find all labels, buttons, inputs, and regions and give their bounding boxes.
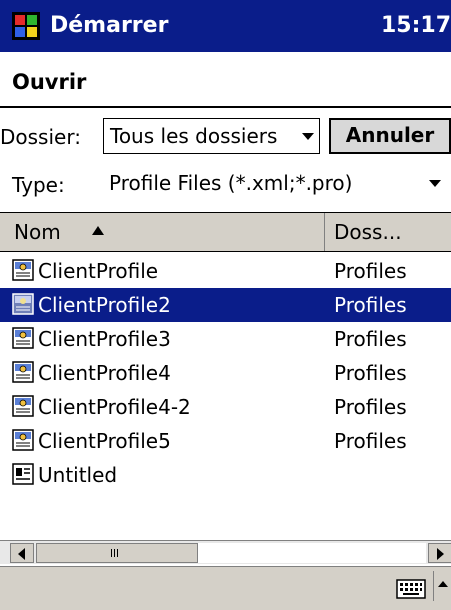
list-item-selected[interactable]: ClientProfile2 Profiles	[0, 288, 451, 322]
clock: 15:17	[380, 13, 451, 38]
file-name: ClientProfile5	[38, 429, 171, 453]
file-name: ClientProfile4	[38, 361, 171, 385]
sort-ascending-icon	[92, 226, 104, 235]
column-header-name[interactable]: Nom	[0, 213, 325, 251]
chevron-down-icon	[429, 180, 441, 187]
list-item[interactable]: ClientProfile Profiles	[0, 254, 451, 288]
cancel-button[interactable]: Annuler	[329, 118, 451, 154]
list-header: Nom Doss...	[0, 212, 451, 252]
profile-file-icon	[12, 259, 34, 281]
scroll-right-button[interactable]	[428, 543, 451, 563]
type-dropdown[interactable]: Profile Files (*.xml;*.pro)	[103, 166, 451, 202]
profile-file-icon	[12, 293, 34, 315]
windows-flag-icon[interactable]	[12, 12, 40, 40]
file-folder: Profiles	[334, 259, 407, 283]
file-name: ClientProfile2	[38, 293, 171, 317]
file-folder: Profiles	[334, 395, 407, 419]
column-header-name-label: Nom	[14, 220, 61, 244]
chevron-down-icon	[302, 133, 314, 140]
title-bar: Démarrer 15:17	[0, 0, 451, 52]
file-name: ClientProfile4-2	[38, 395, 191, 419]
input-panel-arrow-icon[interactable]	[433, 571, 451, 601]
file-folder: Profiles	[334, 327, 407, 351]
file-name: Untitled	[38, 463, 118, 487]
menu-bar	[0, 566, 451, 610]
profile-file-icon	[12, 361, 34, 383]
profile-file-icon	[12, 395, 34, 417]
column-header-folder[interactable]: Doss...	[326, 213, 451, 251]
horizontal-scrollbar[interactable]	[0, 540, 451, 564]
profile-file-icon	[12, 429, 34, 451]
folder-label: Dossier:	[0, 125, 81, 149]
list-item[interactable]: ClientProfile3 Profiles	[0, 322, 451, 356]
keyboard-icon[interactable]	[396, 579, 426, 599]
profile-file-icon	[12, 327, 34, 349]
scroll-left-button[interactable]	[10, 543, 34, 563]
list-item[interactable]: ClientProfile4 Profiles	[0, 356, 451, 390]
file-name: ClientProfile	[38, 259, 159, 283]
type-label: Type:	[12, 173, 65, 197]
file-name: ClientProfile3	[38, 327, 171, 351]
type-dropdown-value: Profile Files (*.xml;*.pro)	[109, 171, 353, 195]
header-divider	[0, 106, 451, 108]
list-item[interactable]: ClientProfile5 Profiles	[0, 424, 451, 458]
list-item[interactable]: Untitled	[0, 458, 451, 492]
file-folder: Profiles	[334, 361, 407, 385]
folder-dropdown[interactable]: Tous les dossiers	[103, 118, 320, 154]
scrollbar-track[interactable]	[198, 543, 426, 563]
dialog-title: Ouvrir	[12, 70, 87, 94]
start-menu-title[interactable]: Démarrer	[50, 12, 168, 40]
list-item[interactable]: ClientProfile4-2 Profiles	[0, 390, 451, 424]
column-header-folder-label: Doss...	[334, 220, 402, 244]
document-file-icon	[12, 463, 34, 485]
grip-icon	[111, 549, 119, 557]
scrollbar-thumb[interactable]	[36, 543, 198, 563]
folder-dropdown-value: Tous les dossiers	[110, 124, 278, 148]
file-list: ClientProfile Profiles ClientProfile2 Pr…	[0, 254, 451, 492]
file-folder: Profiles	[334, 429, 407, 453]
file-folder: Profiles	[334, 293, 407, 317]
